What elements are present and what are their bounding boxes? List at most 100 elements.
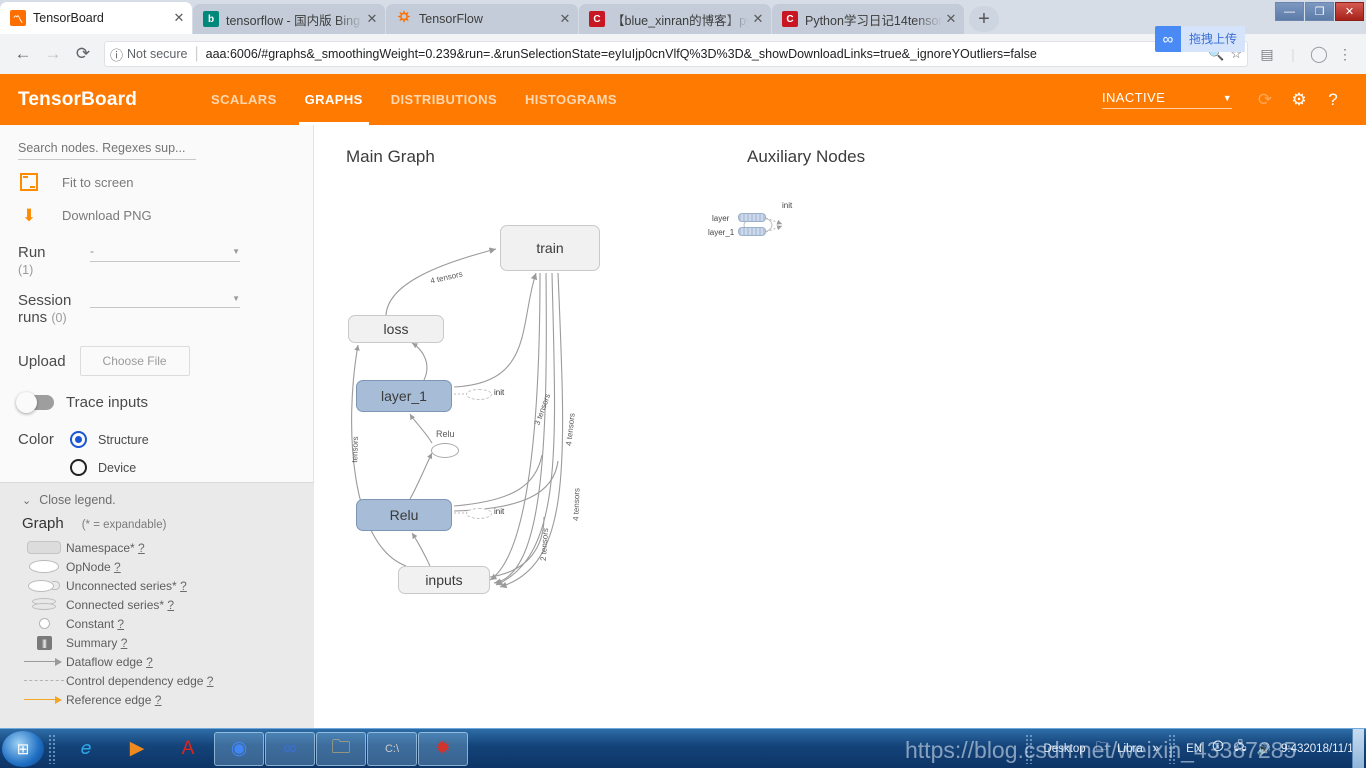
status-dropdown[interactable]: INACTIVE ▼ (1102, 90, 1232, 109)
overflow-chevron-icon[interactable]: » (1148, 743, 1164, 755)
help-link[interactable]: ? (167, 598, 174, 612)
legend-note: (* = expandable) (81, 519, 167, 531)
graph-canvas[interactable]: Main Graph Auxiliary Nodes 4 tensors 3 t… (314, 125, 1366, 728)
toolbar-grip[interactable] (48, 733, 57, 764)
google-chrome-icon[interactable]: ◉ (214, 731, 264, 766)
refresh-icon[interactable]: ⟳ (1250, 85, 1280, 115)
tab-close-button[interactable]: ✕ (749, 10, 767, 28)
search-input[interactable] (18, 139, 196, 160)
info-icon[interactable]: ⓘ (110, 45, 123, 64)
graph-node-loss[interactable]: loss (348, 315, 444, 343)
close-legend-label: Close legend. (39, 493, 116, 507)
trace-inputs-label: Trace inputs (66, 394, 148, 411)
app-icon[interactable]: ✹ (418, 731, 468, 766)
graph-node-relu[interactable] (431, 443, 459, 458)
action-center-icon[interactable]: 🛈 (1207, 739, 1229, 758)
legend-item-dataflow-edge: Dataflow edge ? (0, 652, 314, 671)
graph-legend-panel: ⌄ Close legend. Graph (* = expandable) N… (0, 482, 314, 728)
download-png-button[interactable]: ⬇ Download PNG (18, 204, 295, 226)
radio-device[interactable] (70, 459, 87, 476)
color-option-device[interactable]: Device (70, 459, 149, 476)
internet-explorer-icon[interactable]: 𝑒 (61, 732, 111, 766)
graph-node-inputs[interactable]: inputs (398, 566, 490, 594)
file-explorer-icon[interactable]: 🗀 (316, 731, 366, 766)
browser-tab-3[interactable]: C 【blue_xinran的博客】python - ✕ (579, 4, 771, 34)
help-link[interactable]: ? (114, 560, 121, 574)
browser-tab-0[interactable]: 〽 TensorBoard ✕ (0, 2, 192, 34)
desktop-toolbar-label[interactable]: Desktop (1038, 743, 1090, 755)
tab-histograms[interactable]: HISTOGRAMS (511, 74, 631, 125)
help-link[interactable]: ? (138, 541, 145, 555)
baidu-netdisk-icon[interactable]: ∞ (265, 731, 315, 766)
command-prompt-icon[interactable]: C:\ (367, 731, 417, 766)
trace-inputs-row[interactable]: Trace inputs (16, 392, 295, 413)
adobe-reader-icon[interactable]: A (163, 732, 213, 766)
start-button[interactable]: ⊞ (2, 730, 44, 767)
help-link[interactable]: ? (180, 579, 187, 593)
clock[interactable]: 9:43 2018/11/19 (1276, 742, 1360, 756)
browser-tab-4[interactable]: C Python学习日记14tensorboard ✕ (772, 4, 964, 34)
graph-node-layer[interactable]: Relu (356, 499, 452, 531)
browser-tab-1[interactable]: b tensorflow - 国内版 Bing ✕ (193, 4, 385, 34)
browser-tab-2[interactable]: 🌣 TensorFlow ✕ (386, 4, 578, 34)
legend-label: Namespace* (66, 540, 135, 555)
color-option-label: Device (98, 460, 137, 475)
tab-close-button[interactable]: ✕ (170, 9, 188, 27)
media-player-icon[interactable]: ▶ (112, 732, 162, 766)
restore-button[interactable]: ❐ (1305, 2, 1334, 21)
help-link[interactable]: ? (117, 617, 124, 631)
toolbar-grip[interactable] (1168, 733, 1178, 764)
chevron-down-icon: ▼ (1222, 92, 1232, 103)
session-runs-dropdown[interactable]: ▼ (90, 292, 240, 308)
close-legend-button[interactable]: ⌄ Close legend. (0, 493, 314, 515)
library-label[interactable]: Libra (1112, 743, 1148, 755)
radio-structure[interactable] (70, 431, 87, 448)
trace-inputs-toggle[interactable] (16, 392, 54, 413)
profile-avatar[interactable]: ◯ (1306, 41, 1332, 67)
tab-close-button[interactable]: ✕ (942, 10, 960, 28)
graph-node-train[interactable]: train (500, 225, 600, 271)
address-bar[interactable]: ⓘ Not secure | aaa:6006/#graphs&_smoothi… (104, 41, 1248, 67)
new-tab-button[interactable]: + (969, 6, 999, 32)
tab-scalars[interactable]: SCALARS (197, 74, 291, 125)
baidu-netdisk-popup[interactable]: ∞ 拖拽上传 (1155, 26, 1246, 52)
help-circle-icon[interactable]: ? (1318, 85, 1348, 115)
back-button[interactable]: ← (8, 39, 38, 69)
volume-icon[interactable]: 🔊 (1252, 742, 1276, 756)
tab-distributions[interactable]: DISTRIBUTIONS (377, 74, 511, 125)
choose-file-button[interactable]: Choose File (79, 346, 190, 376)
reader-icon[interactable]: ▤ (1254, 41, 1280, 67)
tab-graphs[interactable]: GRAPHS (291, 74, 377, 125)
minimize-button[interactable]: — (1275, 2, 1304, 21)
aux-node-layer-1-chip[interactable] (738, 227, 766, 236)
color-option-structure[interactable]: Structure (70, 431, 149, 448)
aux-node-layer-chip[interactable] (738, 213, 766, 222)
legend-item-control-dependency-edge: Control dependency edge ? (0, 671, 314, 690)
gear-icon[interactable]: ⚙ (1284, 85, 1314, 115)
help-link[interactable]: ? (207, 674, 214, 688)
library-folder-icon[interactable]: 🗀 (1091, 739, 1113, 758)
help-link[interactable]: ? (121, 636, 128, 650)
help-link[interactable]: ? (146, 655, 153, 669)
close-window-button[interactable]: ✕ (1335, 2, 1364, 21)
csdn-icon: C (782, 11, 798, 27)
init-stub-ellipse[interactable] (466, 389, 492, 400)
fit-to-screen-button[interactable]: Fit to screen (18, 171, 295, 193)
network-icon[interactable]: 🖧 (1229, 739, 1252, 758)
tab-close-button[interactable]: ✕ (363, 10, 381, 28)
omnibox-divider: | (194, 45, 199, 62)
run-label: Run (1) (18, 244, 46, 277)
graph-node-layer-1[interactable]: layer_1 (356, 380, 452, 412)
reload-button[interactable]: ⟳ (68, 39, 98, 69)
system-tray: Desktop 🗀 Libra » EN 🛈 🖧 🔊 9:43 2018/11/… (1021, 728, 1366, 768)
tab-close-button[interactable]: ✕ (556, 10, 574, 28)
language-indicator[interactable]: EN (1181, 743, 1207, 755)
run-dropdown[interactable]: - ▼ (90, 244, 240, 262)
forward-button[interactable]: → (38, 39, 68, 69)
windows-taskbar: ⊞ 𝑒 ▶ A ◉ ∞ 🗀 C:\ ✹ Desktop 🗀 Libra » EN… (0, 728, 1366, 768)
help-link[interactable]: ? (155, 693, 162, 707)
kebab-menu-icon[interactable]: ⋮ (1332, 41, 1358, 67)
init-stub-ellipse[interactable] (466, 508, 492, 519)
toolbar-grip[interactable] (1025, 733, 1035, 764)
show-desktop-button[interactable] (1352, 728, 1364, 768)
